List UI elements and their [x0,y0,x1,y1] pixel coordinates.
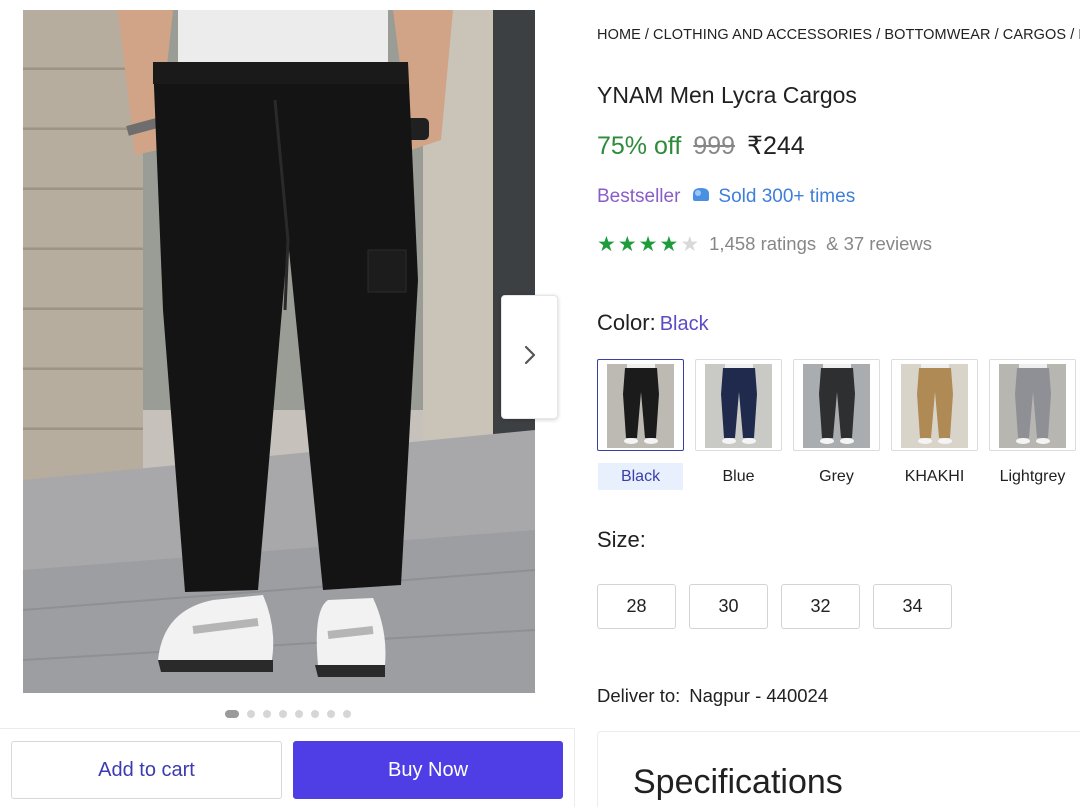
buy-now-button[interactable]: Buy Now [293,741,563,799]
selected-color-value: Black [659,313,709,335]
star-filled-icon: ★ [617,232,637,256]
pagination-dot[interactable] [326,710,335,718]
color-swatch-label: Grey [819,467,854,485]
star-filled-icon: ★ [659,232,679,256]
color-swatch[interactable]: Lightgrey [989,359,1076,490]
pagination-dot[interactable] [310,710,319,718]
size-option[interactable]: 34 [873,584,952,629]
star-empty-icon: ★ [680,232,700,256]
breadcrumb-separator: / [876,27,881,43]
star-filled-icon: ★ [597,232,616,256]
product-photo [23,10,535,693]
star-rating: ★ ★ ★ ★ ★ [597,234,699,255]
pagination-dot[interactable] [278,710,287,718]
selling-price: ₹244 [747,132,805,160]
purchase-action-bar: Add to cart Buy Now [0,728,575,807]
add-to-cart-button[interactable]: Add to cart [11,741,282,799]
reviews-count: & 37 reviews [826,233,933,254]
next-image-button[interactable] [501,295,558,419]
image-pagination-dots [0,710,575,718]
color-swatch[interactable]: Black [597,359,684,490]
color-label-text: Color: [597,310,656,335]
color-label: Color: Black [597,310,709,336]
color-swatch[interactable]: Grey [793,359,880,490]
product-gallery: Add to cart Buy Now [0,0,575,807]
swatch-image [901,364,968,448]
bestseller-badge: Bestseller [597,186,681,207]
breadcrumb-cargos[interactable]: CARGOS [1003,27,1066,43]
rating-row[interactable]: ★ ★ ★ ★ ★ 1,458 ratings & 37 reviews [597,233,932,255]
size-options: 28 30 32 34 [597,584,952,629]
deliver-to-label: Deliver to: [597,685,681,706]
pagination-dot[interactable] [224,710,239,718]
pagination-dot[interactable] [342,710,351,718]
breadcrumb-separator: / [1070,27,1075,43]
color-swatch-label: KHAKHI [904,467,965,485]
star-filled-icon: ★ [638,232,658,256]
color-swatch-thumbnail [891,359,978,451]
product-badges: Bestseller Sold 300+ times [597,185,855,209]
delivery-pincode: Nagpur - 440024 [689,685,829,706]
swatch-image [999,364,1066,448]
price-row: 75% off 999 ₹244 [597,131,805,161]
shopping-bag-icon [690,185,712,209]
breadcrumb-clothing[interactable]: CLOTHING AND ACCESSORIES [653,27,872,43]
color-swatch-thumbnail [793,359,880,451]
size-label: Size: [597,527,646,552]
pagination-dot[interactable] [262,710,271,718]
product-info-panel: HOME / CLOTHING AND ACCESSORIES / BOTTOMWEAR… [597,0,1080,807]
color-swatch-label: Blue [722,467,755,485]
pagination-dot[interactable] [294,710,303,718]
color-swatch-label: Black [598,463,683,490]
delivery-location[interactable]: Deliver to: Nagpur - 440024 [597,685,828,707]
breadcrumb-separator: / [994,27,999,43]
breadcrumb-separator: / [644,27,650,43]
color-swatch-thumbnail [989,359,1076,451]
size-option[interactable]: 32 [781,584,860,629]
specifications-title: Specifications [633,763,843,801]
sold-count-badge: Sold 300+ times [690,185,855,209]
color-swatch-label: Lightgrey [999,467,1066,485]
color-swatch-thumbnail [695,359,782,451]
chevron-right-icon [523,344,537,371]
sold-count-text: Sold 300+ times [718,186,856,207]
swatch-image [705,364,772,448]
size-option[interactable]: 30 [689,584,768,629]
color-swatch[interactable]: KHAKHI [891,359,978,490]
swatch-image [803,364,870,448]
color-swatches: Black Blue Grey KHAKHI Lightgrey [597,359,1076,490]
breadcrumb-home[interactable]: HOME [597,27,641,43]
breadcrumb-bottomwear[interactable]: BOTTOMWEAR [884,27,990,43]
color-swatch-thumbnail [597,359,684,451]
product-main-image[interactable] [23,10,535,693]
specifications-card: Specifications [597,731,1080,807]
discount-percent: 75% off [597,132,682,160]
breadcrumb: HOME / CLOTHING AND ACCESSORIES / BOTTOMWEAR… [597,27,1080,43]
swatch-image [607,364,674,448]
pagination-dot[interactable] [246,710,255,718]
original-price: 999 [693,132,736,160]
color-swatch[interactable]: Blue [695,359,782,490]
product-title: YNAM Men Lycra Cargos [597,82,857,108]
ratings-count: 1,458 ratings [709,233,817,254]
size-option[interactable]: 28 [597,584,676,629]
